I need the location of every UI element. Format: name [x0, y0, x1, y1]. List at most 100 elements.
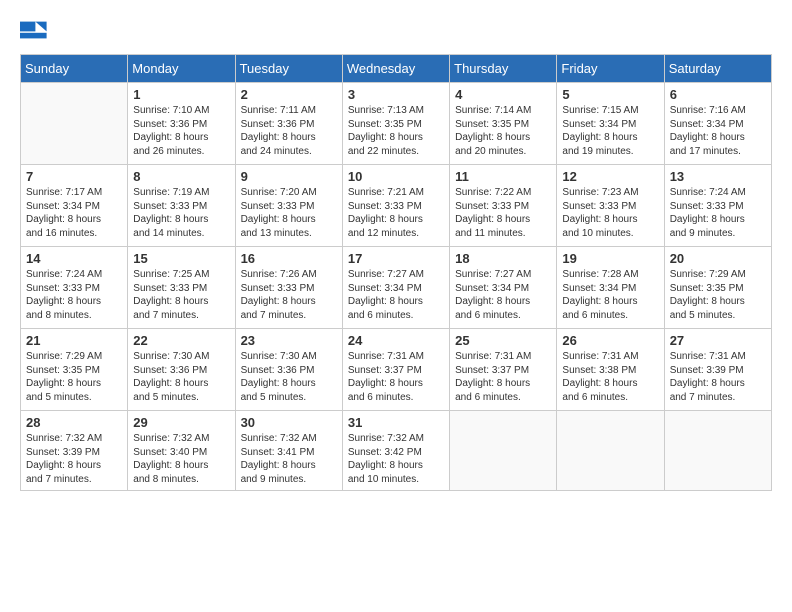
cell-info: Sunrise: 7:14 AMSunset: 3:35 PMDaylight:… — [455, 104, 551, 158]
day-number: 1 — [133, 87, 229, 102]
cell-info: Sunrise: 7:29 AMSunset: 3:35 PMDaylight:… — [26, 350, 122, 404]
day-number: 27 — [670, 333, 766, 348]
day-number: 9 — [241, 169, 337, 184]
weekday-header: Wednesday — [342, 55, 449, 83]
calendar-cell — [450, 411, 557, 491]
day-number: 31 — [348, 415, 444, 430]
cell-info: Sunrise: 7:13 AMSunset: 3:35 PMDaylight:… — [348, 104, 444, 158]
cell-info: Sunrise: 7:16 AMSunset: 3:34 PMDaylight:… — [670, 104, 766, 158]
calendar-cell: 26 Sunrise: 7:31 AMSunset: 3:38 PMDayligh… — [557, 329, 664, 411]
day-number: 6 — [670, 87, 766, 102]
calendar-cell: 27Sunrise: 7:31 AMSunset: 3:39 PMDayligh… — [664, 329, 771, 411]
day-number: 14 — [26, 251, 122, 266]
cell-info: Sunrise: 7:27 AMSunset: 3:34 PMDaylight:… — [348, 268, 444, 322]
day-number: 8 — [133, 169, 229, 184]
calendar-cell: 14 Sunrise: 7:24 AMSunset: 3:33 PMDayligh… — [21, 247, 128, 329]
day-number: 17 — [348, 251, 444, 266]
day-number: 10 — [348, 169, 444, 184]
cell-info: Sunrise: 7:20 AMSunset: 3:33 PMDaylight:… — [241, 186, 337, 240]
day-number: 19 — [562, 251, 658, 266]
calendar-cell: 19 Sunrise: 7:28 AMSunset: 3:34 PMDayligh… — [557, 247, 664, 329]
weekday-header: Tuesday — [235, 55, 342, 83]
header — [20, 16, 772, 44]
cell-info: Sunrise: 7:19 AMSunset: 3:33 PMDaylight:… — [133, 186, 229, 240]
cell-info: Sunrise: 7:29 AMSunset: 3:35 PMDaylight:… — [670, 268, 766, 322]
cell-info: Sunrise: 7:21 AMSunset: 3:33 PMDaylight:… — [348, 186, 444, 240]
day-number: 25 — [455, 333, 551, 348]
weekday-header: Thursday — [450, 55, 557, 83]
cell-info: Sunrise: 7:27 AMSunset: 3:34 PMDaylight:… — [455, 268, 551, 322]
day-number: 16 — [241, 251, 337, 266]
calendar-cell: 21 Sunrise: 7:29 AMSunset: 3:35 PMDayligh… — [21, 329, 128, 411]
cell-info: Sunrise: 7:17 AMSunset: 3:34 PMDaylight:… — [26, 186, 122, 240]
calendar-cell: 8 Sunrise: 7:19 AMSunset: 3:33 PMDaylight… — [128, 165, 235, 247]
calendar-cell: 4 Sunrise: 7:14 AMSunset: 3:35 PMDaylight… — [450, 83, 557, 165]
calendar-cell: 13 Sunrise: 7:24 AMSunset: 3:33 PMDayligh… — [664, 165, 771, 247]
day-number: 11 — [455, 169, 551, 184]
calendar-cell: 25Sunrise: 7:31 AMSunset: 3:37 PMDayligh… — [450, 329, 557, 411]
cell-info: Sunrise: 7:32 AMSunset: 3:40 PMDaylight:… — [133, 432, 229, 486]
day-number: 7 — [26, 169, 122, 184]
logo — [20, 16, 52, 44]
cell-info: Sunrise: 7:30 AMSunset: 3:36 PMDaylight:… — [133, 350, 229, 404]
day-number: 18 — [455, 251, 551, 266]
day-number: 26 — [562, 333, 658, 348]
calendar-cell: 18 Sunrise: 7:27 AMSunset: 3:34 PMDayligh… — [450, 247, 557, 329]
cell-info: Sunrise: 7:15 AMSunset: 3:34 PMDaylight:… — [562, 104, 658, 158]
day-number: 3 — [348, 87, 444, 102]
calendar-table: SundayMondayTuesdayWednesdayThursdayFrid… — [20, 54, 772, 491]
day-number: 22 — [133, 333, 229, 348]
day-number: 12 — [562, 169, 658, 184]
cell-info: Sunrise: 7:11 AMSunset: 3:36 PMDaylight:… — [241, 104, 337, 158]
page-container: SundayMondayTuesdayWednesdayThursdayFrid… — [0, 0, 792, 501]
cell-info: Sunrise: 7:24 AMSunset: 3:33 PMDaylight:… — [26, 268, 122, 322]
cell-info: Sunrise: 7:31 AMSunset: 3:38 PMDaylight:… — [562, 350, 658, 404]
calendar-cell — [21, 83, 128, 165]
calendar-cell: 20 Sunrise: 7:29 AMSunset: 3:35 PMDayligh… — [664, 247, 771, 329]
cell-info: Sunrise: 7:10 AMSunset: 3:36 PMDaylight:… — [133, 104, 229, 158]
day-number: 24 — [348, 333, 444, 348]
cell-info: Sunrise: 7:22 AMSunset: 3:33 PMDaylight:… — [455, 186, 551, 240]
calendar-week-row: 21 Sunrise: 7:29 AMSunset: 3:35 PMDayligh… — [21, 329, 772, 411]
calendar-cell: 11 Sunrise: 7:22 AMSunset: 3:33 PMDayligh… — [450, 165, 557, 247]
cell-info: Sunrise: 7:25 AMSunset: 3:33 PMDaylight:… — [133, 268, 229, 322]
calendar-cell: 10 Sunrise: 7:21 AMSunset: 3:33 PMDayligh… — [342, 165, 449, 247]
day-number: 30 — [241, 415, 337, 430]
calendar-cell — [557, 411, 664, 491]
calendar-cell: 22 Sunrise: 7:30 AMSunset: 3:36 PMDayligh… — [128, 329, 235, 411]
calendar-cell: 17 Sunrise: 7:27 AMSunset: 3:34 PMDayligh… — [342, 247, 449, 329]
weekday-header: Sunday — [21, 55, 128, 83]
day-number: 21 — [26, 333, 122, 348]
day-number: 4 — [455, 87, 551, 102]
calendar-cell: 12 Sunrise: 7:23 AMSunset: 3:33 PMDayligh… — [557, 165, 664, 247]
calendar-cell: 15 Sunrise: 7:25 AMSunset: 3:33 PMDayligh… — [128, 247, 235, 329]
cell-info: Sunrise: 7:28 AMSunset: 3:34 PMDaylight:… — [562, 268, 658, 322]
calendar-cell — [664, 411, 771, 491]
calendar-cell: 2 Sunrise: 7:11 AMSunset: 3:36 PMDaylight… — [235, 83, 342, 165]
calendar-cell: 9 Sunrise: 7:20 AMSunset: 3:33 PMDaylight… — [235, 165, 342, 247]
calendar-cell: 3 Sunrise: 7:13 AMSunset: 3:35 PMDaylight… — [342, 83, 449, 165]
day-number: 13 — [670, 169, 766, 184]
calendar-cell: 30 Sunrise: 7:32 AMSunset: 3:41 PMDayligh… — [235, 411, 342, 491]
day-number: 15 — [133, 251, 229, 266]
calendar-cell: 31 Sunrise: 7:32 AMSunset: 3:42 PMDayligh… — [342, 411, 449, 491]
calendar-cell: 29Sunrise: 7:32 AMSunset: 3:40 PMDayligh… — [128, 411, 235, 491]
calendar-cell: 6 Sunrise: 7:16 AMSunset: 3:34 PMDaylight… — [664, 83, 771, 165]
calendar-week-row: 14 Sunrise: 7:24 AMSunset: 3:33 PMDayligh… — [21, 247, 772, 329]
logo-icon — [20, 16, 48, 44]
day-number: 2 — [241, 87, 337, 102]
calendar-header-row: SundayMondayTuesdayWednesdayThursdayFrid… — [21, 55, 772, 83]
calendar-cell: 5Sunrise: 7:15 AMSunset: 3:34 PMDaylight… — [557, 83, 664, 165]
calendar-cell: 7 Sunrise: 7:17 AMSunset: 3:34 PMDaylight… — [21, 165, 128, 247]
cell-info: Sunrise: 7:32 AMSunset: 3:39 PMDaylight:… — [26, 432, 122, 486]
weekday-header: Saturday — [664, 55, 771, 83]
cell-info: Sunrise: 7:23 AMSunset: 3:33 PMDaylight:… — [562, 186, 658, 240]
cell-info: Sunrise: 7:32 AMSunset: 3:42 PMDaylight:… — [348, 432, 444, 486]
cell-info: Sunrise: 7:31 AMSunset: 3:37 PMDaylight:… — [348, 350, 444, 404]
weekday-header: Friday — [557, 55, 664, 83]
calendar-cell: 24 Sunrise: 7:31 AMSunset: 3:37 PMDayligh… — [342, 329, 449, 411]
day-number: 20 — [670, 251, 766, 266]
cell-info: Sunrise: 7:32 AMSunset: 3:41 PMDaylight:… — [241, 432, 337, 486]
day-number: 28 — [26, 415, 122, 430]
cell-info: Sunrise: 7:24 AMSunset: 3:33 PMDaylight:… — [670, 186, 766, 240]
